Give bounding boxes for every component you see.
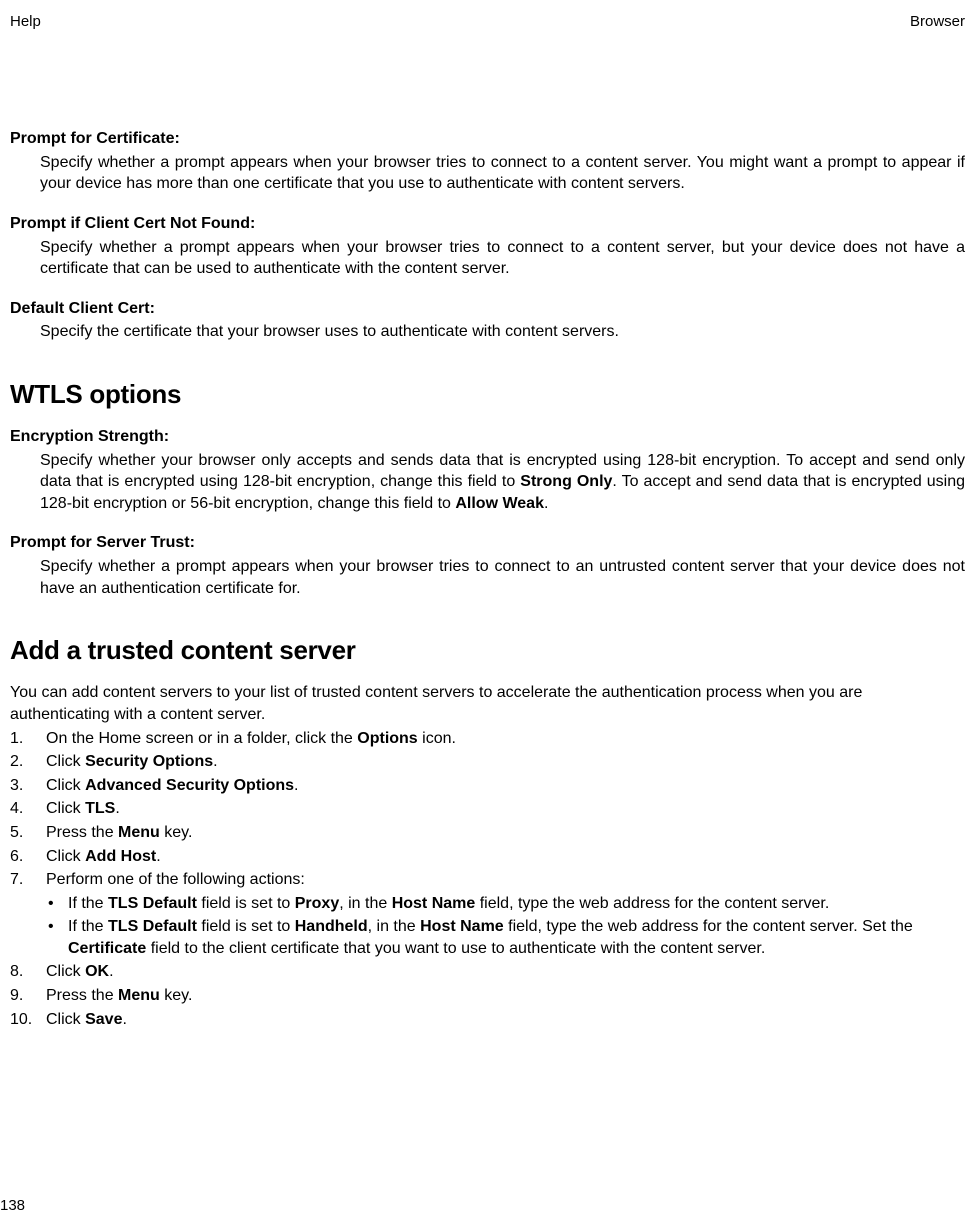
step-7-text: Perform one of the following actions:: [46, 871, 305, 888]
page-content: Prompt for Certificate Specify whether a…: [10, 128, 965, 1030]
steps-list: On the Home screen or in a folder, click…: [10, 728, 965, 1031]
step-9: Press the Menu key.: [10, 985, 965, 1007]
step-9-bold: Menu: [118, 987, 160, 1004]
page-number: 138: [0, 1196, 25, 1216]
step-4-pre: Click: [46, 800, 85, 817]
header-left: Help: [10, 12, 41, 32]
step-6: Click Add Host.: [10, 846, 965, 868]
def-term-encryption-strength: Encryption Strength: [10, 426, 965, 448]
def-body-encryption-strength: Specify whether your browser only accept…: [10, 450, 965, 515]
step-9-pre: Press the: [46, 987, 118, 1004]
s7b-9: field to the client certificate that you…: [146, 940, 765, 957]
s7a-4: Proxy: [295, 895, 339, 912]
def-body-default-cert: Specify the certificate that your browse…: [10, 321, 965, 343]
step-1-bold: Options: [357, 730, 417, 747]
step-7: Perform one of the following actions: If…: [10, 869, 965, 959]
heading-wtls-options: WTLS options: [10, 377, 965, 412]
step-3-pre: Click: [46, 777, 85, 794]
step-9-post: key.: [160, 987, 193, 1004]
step-3-post: .: [294, 777, 298, 794]
step-4: Click TLS.: [10, 798, 965, 820]
step-2-post: .: [213, 753, 217, 770]
step-10-pre: Click: [46, 1011, 85, 1028]
def-term-server-trust: Prompt for Server Trust: [10, 532, 965, 554]
s7b-7: field, type the web address for the cont…: [504, 918, 913, 935]
step-2-bold: Security Options: [85, 753, 213, 770]
enc-strong-only: Strong Only: [520, 473, 612, 490]
s7b-1: If the: [68, 918, 108, 935]
def-term-prompt-certificate: Prompt for Certificate: [10, 128, 965, 150]
step-10-bold: Save: [85, 1011, 122, 1028]
enc-allow-weak: Allow Weak: [455, 495, 544, 512]
enc-text-end: .: [544, 495, 548, 512]
s7a-3: field is set to: [197, 895, 295, 912]
s7b-8: Certificate: [68, 940, 146, 957]
s7b-4: Handheld: [295, 918, 368, 935]
step-5-bold: Menu: [118, 824, 160, 841]
step-5: Press the Menu key.: [10, 822, 965, 844]
step-1-post: icon.: [418, 730, 456, 747]
step-3: Click Advanced Security Options.: [10, 775, 965, 797]
step-4-bold: TLS: [85, 800, 115, 817]
step-6-bold: Add Host: [85, 848, 156, 865]
step-8-bold: OK: [85, 963, 109, 980]
s7b-2: TLS Default: [108, 918, 197, 935]
def-body-prompt-not-found: Specify whether a prompt appears when yo…: [10, 237, 965, 280]
def-body-prompt-certificate: Specify whether a prompt appears when yo…: [10, 152, 965, 195]
s7a-5: , in the: [339, 895, 391, 912]
s7a-7: field, type the web address for the cont…: [475, 895, 829, 912]
step-1-pre: On the Home screen or in a folder, click…: [46, 730, 357, 747]
step-8-post: .: [109, 963, 113, 980]
def-body-server-trust: Specify whether a prompt appears when yo…: [10, 556, 965, 599]
step-10: Click Save.: [10, 1009, 965, 1031]
step-10-post: .: [122, 1011, 126, 1028]
heading-add-trusted: Add a trusted content server: [10, 633, 965, 668]
step-7a: If the TLS Default field is set to Proxy…: [46, 893, 965, 915]
page-header: Help Browser: [10, 12, 965, 32]
step-5-pre: Press the: [46, 824, 118, 841]
step-2-pre: Click: [46, 753, 85, 770]
s7a-6: Host Name: [392, 895, 476, 912]
s7a-2: TLS Default: [108, 895, 197, 912]
step-4-post: .: [115, 800, 119, 817]
add-trusted-intro: You can add content servers to your list…: [10, 682, 965, 725]
def-term-prompt-not-found: Prompt if Client Cert Not Found: [10, 213, 965, 235]
s7a-1: If the: [68, 895, 108, 912]
step-8-pre: Click: [46, 963, 85, 980]
step-2: Click Security Options.: [10, 751, 965, 773]
s7b-6: Host Name: [420, 918, 504, 935]
s7b-5: , in the: [368, 918, 420, 935]
step-6-post: .: [156, 848, 160, 865]
step-6-pre: Click: [46, 848, 85, 865]
step-8: Click OK.: [10, 961, 965, 983]
header-right: Browser: [910, 12, 965, 32]
step-3-bold: Advanced Security Options: [85, 777, 294, 794]
step-7-sublist: If the TLS Default field is set to Proxy…: [46, 893, 965, 960]
s7b-3: field is set to: [197, 918, 295, 935]
step-5-post: key.: [160, 824, 193, 841]
step-1: On the Home screen or in a folder, click…: [10, 728, 965, 750]
def-term-default-cert: Default Client Cert: [10, 298, 965, 320]
step-7b: If the TLS Default field is set to Handh…: [46, 916, 965, 959]
